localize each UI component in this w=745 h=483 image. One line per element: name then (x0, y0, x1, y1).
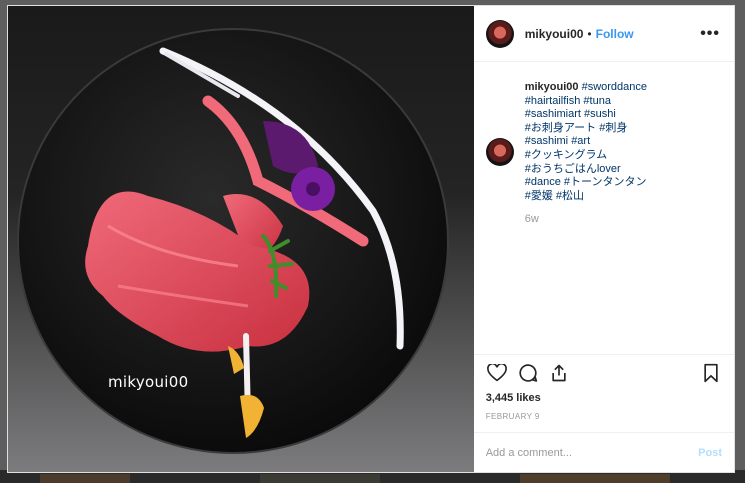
avatar[interactable] (485, 138, 514, 166)
post-comment-button[interactable]: Post (698, 447, 722, 459)
post-photo[interactable]: mikyoui00 (8, 6, 474, 472)
hashtag[interactable]: #sushi (584, 108, 616, 120)
heart-icon[interactable] (486, 362, 508, 384)
sashimi-dancer-photo (17, 28, 449, 454)
post-modal: mikyoui00 mikyoui00 • Follow ••• mikyoui… (7, 5, 735, 473)
hashtag[interactable]: #sashimi (525, 135, 568, 147)
hashtag[interactable]: #お刺身アート (525, 122, 596, 134)
follow-button[interactable]: Follow (596, 27, 634, 41)
hashtag[interactable]: #dance (525, 176, 561, 188)
hashtag[interactable]: #おうちごはんlover (525, 163, 621, 175)
hashtag[interactable]: #トーンタンタン (564, 176, 647, 188)
action-bar (473, 354, 734, 390)
hashtag[interactable]: #art (571, 135, 590, 147)
hashtag[interactable]: #tuna (583, 95, 611, 107)
bookmark-icon[interactable] (700, 362, 722, 384)
comment-input[interactable] (485, 446, 699, 459)
post-details-panel: mikyoui00 • Follow ••• mikyoui00 #swordd… (473, 6, 734, 472)
hashtag[interactable]: #刺身 (599, 122, 627, 134)
post-age[interactable]: 6w (525, 213, 715, 225)
caption: mikyoui00 #sworddance #hairtailfish #tun… (525, 81, 715, 354)
hashtag[interactable]: #hairtailfish (525, 95, 581, 107)
share-icon[interactable] (548, 362, 570, 384)
post-date[interactable]: FEBRUARY 9 (474, 404, 734, 421)
hashtag[interactable]: #sworddance (582, 81, 647, 93)
add-comment-bar: Post (473, 432, 734, 472)
post-header: mikyoui00 • Follow ••• (473, 6, 734, 62)
hashtag[interactable]: #松山 (556, 190, 584, 202)
photo-watermark: mikyoui00 (108, 373, 189, 391)
caption-text: mikyoui00 #sworddance #hairtailfish #tun… (525, 81, 715, 203)
header-username[interactable]: mikyoui00 (525, 27, 584, 41)
background-thumbnail[interactable] (520, 474, 670, 483)
caption-username[interactable]: mikyoui00 (525, 81, 579, 93)
likes-count[interactable]: 3,445 likes (474, 390, 734, 404)
avatar[interactable] (485, 19, 514, 48)
separator-dot: • (587, 26, 592, 41)
background-thumbnail[interactable] (40, 474, 130, 483)
comments-section: mikyoui00 #sworddance #hairtailfish #tun… (474, 62, 734, 354)
background-thumbnail[interactable] (260, 474, 380, 483)
more-options-icon[interactable]: ••• (700, 25, 720, 43)
comment-icon[interactable] (517, 362, 539, 384)
hashtag[interactable]: #sashimiart (525, 108, 581, 120)
hashtag[interactable]: #クッキングラム (525, 149, 607, 161)
hashtag[interactable]: #愛媛 (525, 190, 553, 202)
